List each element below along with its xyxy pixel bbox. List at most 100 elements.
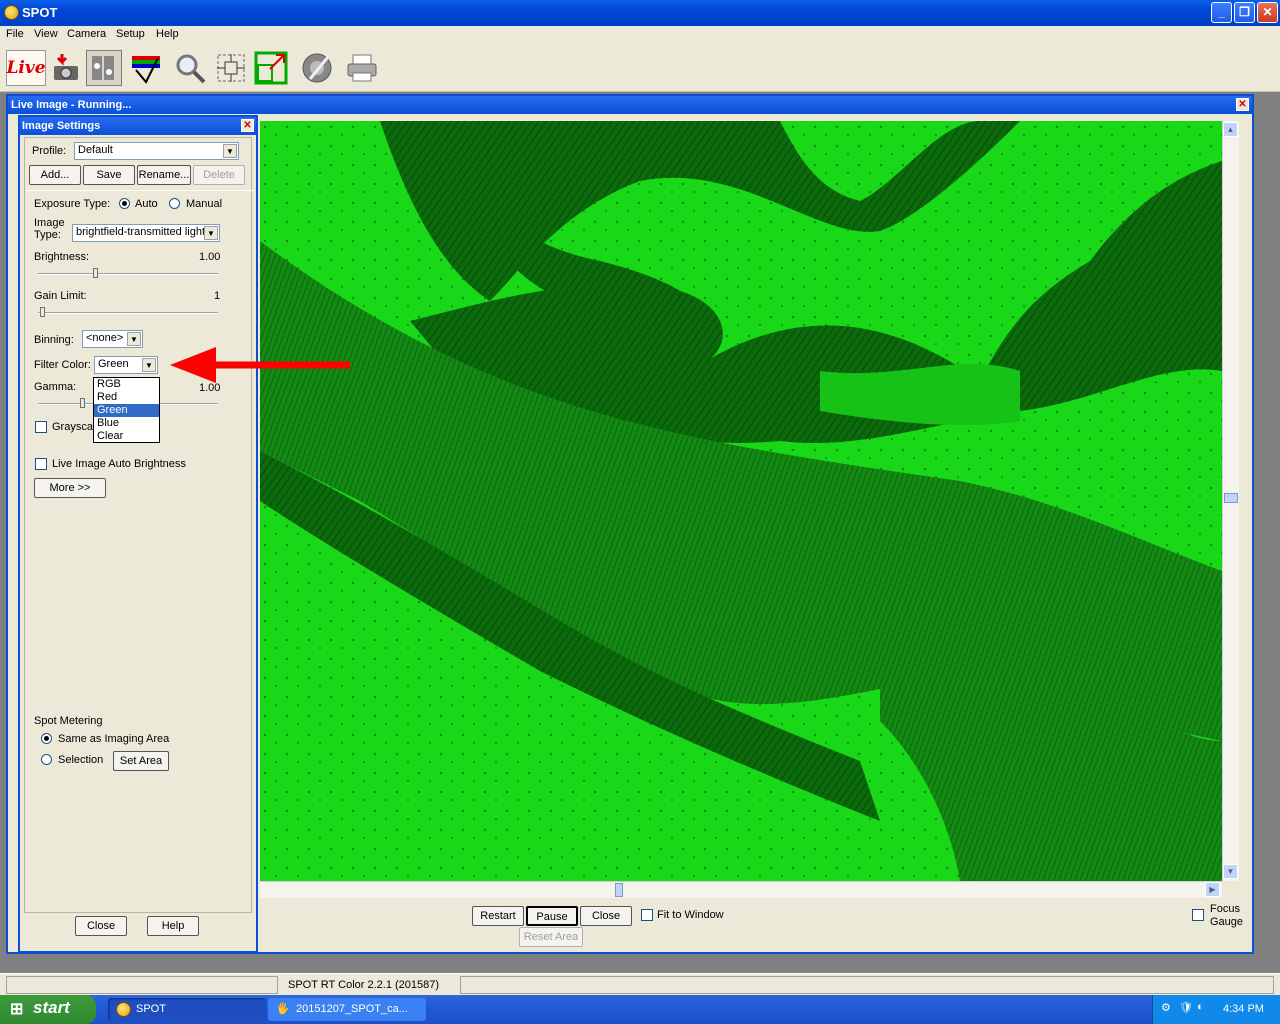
- exposure-auto-label: Auto: [135, 198, 158, 210]
- image-type-label-1: Image: [34, 217, 65, 229]
- filter-option-red[interactable]: Red: [94, 391, 159, 404]
- resize-icon[interactable]: [253, 50, 289, 86]
- more-button[interactable]: More >>: [34, 478, 106, 498]
- menu-setup[interactable]: Setup: [116, 28, 145, 40]
- task-document[interactable]: 🖐 20151207_SPOT_ca...: [268, 998, 426, 1021]
- task-document-label: 20151207_SPOT_ca...: [296, 1003, 408, 1015]
- reset-area-button[interactable]: Reset Area: [519, 927, 583, 947]
- filter-option-rgb[interactable]: RGB: [94, 378, 159, 391]
- chevron-down-icon: ▼: [223, 144, 237, 158]
- color-filter-icon[interactable]: [128, 50, 164, 86]
- fit-to-window-checkbox[interactable]: [641, 909, 653, 921]
- image-settings-icon[interactable]: [86, 50, 122, 86]
- chevron-down-icon: ▼: [127, 332, 141, 346]
- task-spot[interactable]: SPOT: [108, 998, 266, 1021]
- live-auto-brightness-checkbox[interactable]: [35, 458, 47, 470]
- filter-option-green[interactable]: Green: [94, 404, 159, 417]
- menu-file[interactable]: File: [6, 28, 24, 40]
- exposure-manual-label: Manual: [186, 198, 223, 210]
- live-window-close-icon[interactable]: ✕: [1236, 98, 1249, 111]
- live-window-title: Live Image - Running...: [11, 99, 132, 111]
- gain-slider-track[interactable]: [38, 312, 218, 314]
- restore-button[interactable]: ❐: [1234, 2, 1255, 23]
- image-type-label-2: Type:: [34, 229, 61, 241]
- brightness-slider-thumb[interactable]: [92, 268, 98, 278]
- app-title: SPOT: [22, 5, 58, 20]
- minimize-button[interactable]: _: [1211, 2, 1232, 23]
- exposure-auto-radio[interactable]: [119, 198, 130, 209]
- menu-help[interactable]: Help: [156, 28, 179, 40]
- same-as-imaging-label: Same as Imaging Area: [58, 733, 170, 745]
- save-profile-button[interactable]: Save: [83, 165, 135, 185]
- image-settings-title-bar: Image Settings ✕: [20, 117, 256, 135]
- binning-select[interactable]: <none> ▼: [82, 330, 143, 348]
- live-close-button[interactable]: Close: [580, 906, 632, 926]
- network-icon[interactable]: ⚙: [1161, 1001, 1171, 1014]
- chevron-down-icon: ▼: [204, 226, 218, 240]
- windows-logo-icon: ⊞: [10, 1001, 24, 1018]
- live-button-label: Live: [6, 58, 46, 78]
- vertical-scrollbar[interactable]: ▲ ▼: [1222, 121, 1239, 881]
- horizontal-scrollbar[interactable]: ▶: [260, 881, 1222, 898]
- filter-color-label: Filter Color:: [34, 359, 91, 371]
- gamma-slider-thumb[interactable]: [80, 398, 85, 408]
- chevron-down-icon: ▼: [142, 358, 156, 372]
- scroll-down-icon[interactable]: ▼: [1223, 864, 1238, 879]
- restart-button[interactable]: Restart: [472, 906, 524, 926]
- filter-option-blue[interactable]: Blue: [94, 417, 159, 430]
- move-icon[interactable]: [213, 50, 249, 86]
- image-settings-close-icon[interactable]: ✕: [241, 119, 254, 132]
- add-profile-button[interactable]: Add...: [29, 165, 81, 185]
- selection-label: Selection: [58, 754, 104, 766]
- rename-profile-button[interactable]: Rename...: [137, 165, 191, 185]
- focus-gauge-label-2: Gauge: [1210, 916, 1244, 928]
- same-as-imaging-radio[interactable]: [41, 733, 52, 744]
- delete-profile-button[interactable]: Delete: [193, 165, 245, 185]
- focus-gauge-icon[interactable]: [299, 50, 335, 86]
- grayscale-checkbox[interactable]: [35, 421, 47, 433]
- zoom-icon[interactable]: [172, 50, 208, 86]
- fit-to-window-label: Fit to Window: [657, 909, 724, 921]
- binning-label: Binning:: [34, 334, 74, 346]
- brightness-label: Brightness:: [34, 251, 90, 263]
- status-bar: SPOT RT Color 2.2.1 (201587): [0, 973, 1280, 995]
- menu-view[interactable]: View: [34, 28, 58, 40]
- scroll-up-icon[interactable]: ▲: [1223, 122, 1238, 137]
- filter-option-clear[interactable]: Clear: [94, 430, 159, 443]
- settings-close-button[interactable]: Close: [75, 916, 127, 936]
- live-icon[interactable]: Live: [6, 50, 46, 86]
- status-pane-2: [460, 976, 1274, 994]
- spot-logo-icon: [4, 5, 19, 20]
- speaker-icon[interactable]: ◐: [1197, 1001, 1204, 1013]
- set-area-button[interactable]: Set Area: [113, 751, 169, 771]
- focus-gauge-label-1: Focus: [1210, 903, 1240, 915]
- live-auto-brightness-label: Live Image Auto Brightness: [52, 458, 186, 470]
- settings-help-button[interactable]: Help: [147, 916, 199, 936]
- gain-limit-value: 1: [214, 290, 221, 302]
- scroll-right-icon[interactable]: ▶: [1205, 882, 1220, 897]
- brightness-value: 1.00: [199, 251, 221, 263]
- pause-button[interactable]: Pause: [526, 906, 578, 926]
- exposure-type-label: Exposure Type:: [34, 198, 111, 210]
- divider: [26, 190, 252, 191]
- selection-radio[interactable]: [41, 754, 52, 765]
- live-image[interactable]: [260, 121, 1222, 881]
- focus-gauge-checkbox[interactable]: [1192, 909, 1204, 921]
- print-icon[interactable]: [344, 50, 380, 86]
- shield-icon[interactable]: 🛡: [1179, 1001, 1193, 1014]
- brightness-slider-track[interactable]: [38, 273, 218, 275]
- close-app-button[interactable]: ✕: [1257, 2, 1278, 23]
- vertical-scroll-thumb[interactable]: [1224, 493, 1238, 503]
- capture-camera-icon[interactable]: [48, 50, 84, 86]
- spot-logo-icon: [116, 1002, 131, 1017]
- start-button[interactable]: ⊞ start: [0, 995, 96, 1024]
- image-type-select[interactable]: brightfield-transmitted light ▼: [72, 224, 220, 242]
- menu-camera[interactable]: Camera: [67, 28, 106, 40]
- toolbar: Live: [0, 44, 1280, 92]
- gain-slider-thumb[interactable]: [40, 307, 45, 317]
- task-spot-label: SPOT: [136, 1003, 166, 1015]
- exposure-manual-radio[interactable]: [169, 198, 180, 209]
- horizontal-scroll-thumb[interactable]: [615, 883, 623, 897]
- filter-color-select[interactable]: Green ▼: [94, 356, 158, 374]
- profile-select[interactable]: Default ▼: [74, 142, 239, 160]
